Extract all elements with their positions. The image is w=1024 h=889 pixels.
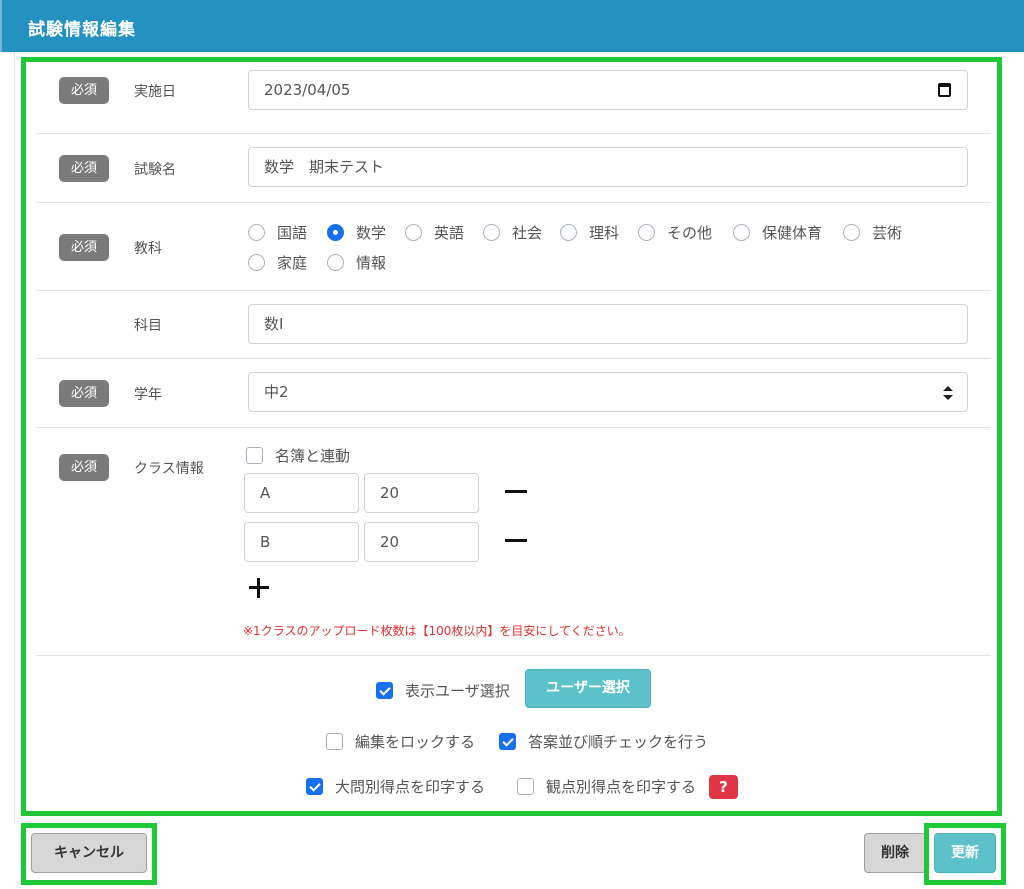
subject-option-label: 理科 xyxy=(589,224,620,242)
left-divider xyxy=(14,52,15,822)
exam-name-row: 必須 試験名 数学 期末テスト xyxy=(36,134,991,203)
checkbox-checked-icon[interactable] xyxy=(306,778,323,795)
class-count-input-b[interactable]: 20 xyxy=(364,522,479,562)
subject-option-geijutsu[interactable]: 芸術 xyxy=(843,222,902,243)
class-name-value: A xyxy=(260,484,271,502)
display-user-select-checkbox[interactable]: 表示ユーザ選択 xyxy=(376,680,510,701)
required-badge: 必須 xyxy=(59,454,109,481)
date-value: 2023/04/05 xyxy=(264,81,351,99)
radio-icon[interactable] xyxy=(248,224,265,241)
class-name-value: B xyxy=(260,533,271,551)
page-title: 試験情報編集 xyxy=(28,20,136,40)
upload-note: ※1クラスのアップロード枚数は【100枚以内】を目安にしてください。 xyxy=(243,624,631,638)
checkbox-checked-icon[interactable] xyxy=(376,682,393,699)
select-arrows-icon xyxy=(943,386,953,400)
checkbox-icon[interactable] xyxy=(326,733,343,750)
subject-option-label: 国語 xyxy=(277,224,308,242)
subject-option-label: 芸術 xyxy=(872,224,903,242)
class-label: クラス情報 xyxy=(134,461,204,477)
subject-row: 必須 教科 国語 数学 英語 社会 理科 その他 保健体育 芸術 家庭 情報 xyxy=(36,203,991,291)
subject-option-label: 社会 xyxy=(512,224,543,242)
class-name-input-b[interactable]: B xyxy=(244,522,359,562)
course-row: 科目 数Ⅰ xyxy=(36,291,991,359)
class-count-value: 20 xyxy=(380,533,400,551)
radio-icon[interactable] xyxy=(638,224,655,241)
subject-option-hoken[interactable]: 保健体育 xyxy=(733,222,822,243)
grade-select[interactable]: 中2 xyxy=(248,372,968,412)
print-major-score-label: 大問別得点を印字する xyxy=(335,778,486,796)
delete-button[interactable]: 削除 xyxy=(864,833,926,873)
subject-option-joho[interactable]: 情報 xyxy=(327,252,386,273)
subject-option-label: 情報 xyxy=(356,254,387,272)
grade-row: 必須 学年 中2 xyxy=(36,359,991,428)
subject-option-sugaku[interactable]: 数学 xyxy=(327,222,386,243)
radio-icon[interactable] xyxy=(560,224,577,241)
roster-link-checkbox[interactable]: 名簿と連動 xyxy=(246,445,350,466)
subject-option-rika[interactable]: 理科 xyxy=(560,222,619,243)
checkbox-icon[interactable] xyxy=(517,778,534,795)
required-badge: 必須 xyxy=(59,155,109,182)
subject-option-eigo[interactable]: 英語 xyxy=(405,222,464,243)
checkbox-icon[interactable] xyxy=(246,447,263,464)
radio-icon[interactable] xyxy=(483,224,500,241)
display-user-select-label: 表示ユーザ選択 xyxy=(405,682,510,700)
update-button[interactable]: 更新 xyxy=(934,833,996,873)
exam-name-value: 数学 期末テスト xyxy=(264,158,385,176)
print-major-score-checkbox[interactable]: 大問別得点を印字する xyxy=(306,776,485,797)
required-badge: 必須 xyxy=(59,380,109,407)
class-count-input-a[interactable]: 20 xyxy=(364,473,479,513)
date-label: 実施日 xyxy=(134,84,176,100)
lock-edit-label: 編集をロックする xyxy=(355,733,476,751)
answer-order-check-label: 答案並び順チェックを行う xyxy=(528,733,709,751)
radio-selected-icon[interactable] xyxy=(327,224,344,241)
remove-class-icon[interactable] xyxy=(505,539,527,542)
print-viewpoint-score-checkbox[interactable]: 観点別得点を印字する xyxy=(517,776,696,797)
subject-option-label: 英語 xyxy=(434,224,465,242)
user-select-button[interactable]: ユーザー選択 xyxy=(525,669,651,708)
required-badge: 必須 xyxy=(59,234,109,261)
checkbox-checked-icon[interactable] xyxy=(499,733,516,750)
print-viewpoint-score-label: 観点別得点を印字する xyxy=(546,778,697,796)
subject-option-sonota[interactable]: その他 xyxy=(638,222,712,243)
grade-label: 学年 xyxy=(134,387,162,403)
add-class-icon[interactable] xyxy=(249,578,269,598)
class-count-value: 20 xyxy=(380,484,400,502)
exam-name-label: 試験名 xyxy=(134,162,176,178)
radio-icon[interactable] xyxy=(733,224,750,241)
radio-icon[interactable] xyxy=(843,224,860,241)
date-input[interactable]: 2023/04/05 xyxy=(248,70,968,110)
radio-icon[interactable] xyxy=(327,254,344,271)
radio-icon[interactable] xyxy=(248,254,265,271)
grade-value: 中2 xyxy=(264,383,289,401)
subject-option-shakai[interactable]: 社会 xyxy=(483,222,542,243)
subject-label: 教科 xyxy=(134,241,162,257)
help-icon[interactable]: ? xyxy=(709,775,738,799)
subject-option-kokugo[interactable]: 国語 xyxy=(248,222,307,243)
course-input[interactable]: 数Ⅰ xyxy=(248,304,968,344)
calendar-icon[interactable] xyxy=(938,83,951,97)
answer-order-check-checkbox[interactable]: 答案並び順チェックを行う xyxy=(499,731,708,752)
cancel-button[interactable]: キャンセル xyxy=(31,833,147,873)
title-bar: 試験情報編集 xyxy=(0,0,1024,52)
subject-option-label: 数学 xyxy=(356,224,387,242)
roster-link-label: 名簿と連動 xyxy=(275,447,351,465)
course-value: 数Ⅰ xyxy=(264,315,284,333)
remove-class-icon[interactable] xyxy=(505,490,527,493)
class-name-input-a[interactable]: A xyxy=(244,473,359,513)
course-label: 科目 xyxy=(134,318,162,334)
radio-icon[interactable] xyxy=(405,224,422,241)
exam-name-input[interactable]: 数学 期末テスト xyxy=(248,147,968,187)
date-row: 必須 実施日 2023/04/05 xyxy=(36,66,991,134)
lock-edit-checkbox[interactable]: 編集をロックする xyxy=(326,731,475,752)
required-badge: 必須 xyxy=(59,77,109,104)
subject-option-katei[interactable]: 家庭 xyxy=(248,252,307,273)
subject-option-label: 家庭 xyxy=(277,254,308,272)
subject-option-label: その他 xyxy=(667,224,713,242)
subject-option-label: 保健体育 xyxy=(762,224,823,242)
